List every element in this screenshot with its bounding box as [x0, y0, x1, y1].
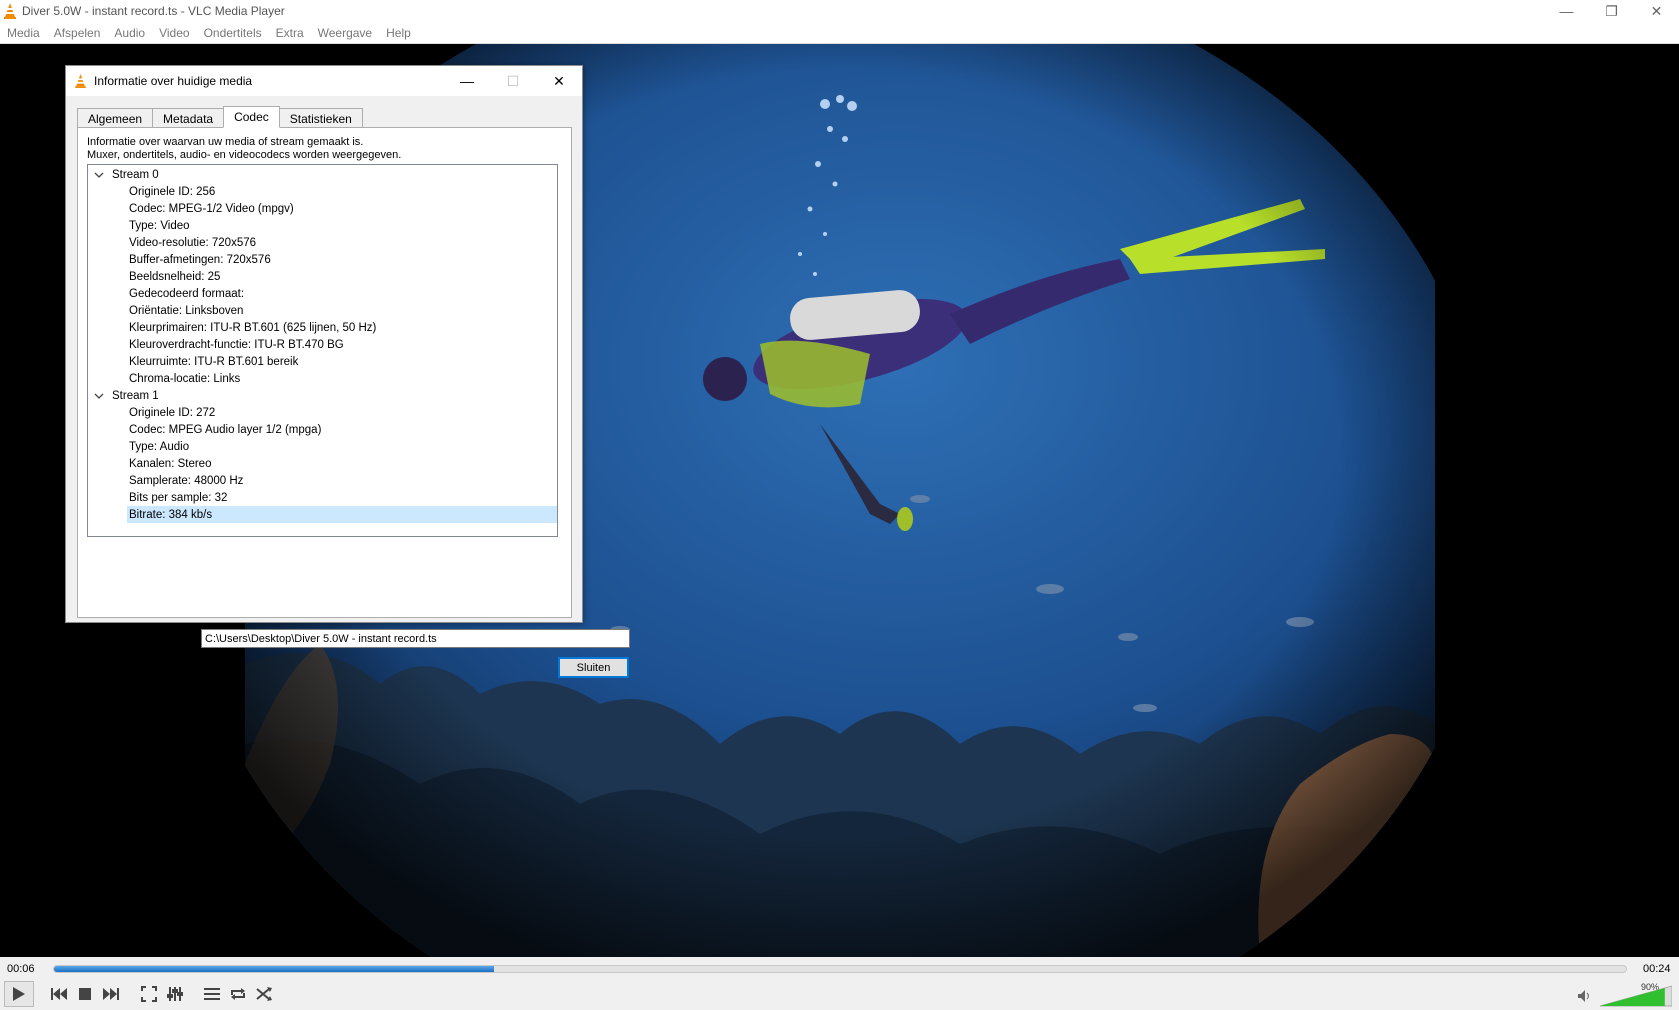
codec-item[interactable]: Kanalen: Stereo — [127, 455, 211, 472]
playlist-icon — [204, 988, 220, 1000]
codec-item[interactable]: Gedecodeerd formaat: — [127, 285, 244, 302]
stop-icon — [79, 988, 91, 1000]
next-icon — [103, 988, 119, 1000]
stream-node[interactable]: Stream 0 — [94, 166, 159, 183]
minimize-button[interactable]: — — [1544, 0, 1589, 22]
sliders-icon — [167, 987, 183, 1001]
codec-item[interactable]: Video-resolutie: 720x576 — [127, 234, 256, 251]
dialog-title-bar: Informatie over huidige media — ☐ ✕ — [66, 66, 582, 96]
codec-panel: Informatie over waarvan uw media of stre… — [77, 127, 572, 618]
play-icon — [13, 987, 25, 1001]
codec-item[interactable]: Beeldsnelheid: 25 — [127, 268, 220, 285]
codec-item[interactable]: Bitrate: 384 kb/s — [127, 506, 557, 523]
location-label: Locatie: — [75, 634, 114, 646]
restore-button[interactable]: ❐ — [1589, 0, 1634, 22]
codec-item[interactable]: Codec: MPEG Audio layer 1/2 (mpga) — [127, 421, 321, 438]
menu-weergave[interactable]: Weergave — [311, 26, 379, 40]
menu-extra[interactable]: Extra — [269, 26, 311, 40]
location-field[interactable] — [201, 629, 630, 648]
menu-afspelen[interactable]: Afspelen — [47, 26, 108, 40]
dialog-maximize-button: ☐ — [506, 72, 520, 89]
volume-slider[interactable] — [1600, 985, 1672, 1007]
dialog-tabs: Algemeen Metadata Codec Statistieken — [77, 106, 363, 128]
close-window-button[interactable]: ✕ — [1634, 0, 1679, 22]
speaker-icon[interactable] — [1578, 990, 1592, 1002]
dialog-minimize-button[interactable]: — — [444, 66, 490, 96]
tab-codec[interactable]: Codec — [223, 106, 280, 128]
window-title: Diver 5.0W - instant record.ts - VLC Med… — [22, 4, 285, 18]
chevron-down-icon — [94, 172, 104, 178]
stop-button[interactable] — [73, 981, 97, 1007]
shuffle-button[interactable] — [252, 981, 276, 1007]
total-time: 00:24 — [1643, 963, 1671, 975]
codec-item[interactable]: Kleuroverdracht-functie: ITU-R BT.470 BG — [127, 336, 344, 353]
tab-statistieken[interactable]: Statistieken — [278, 108, 363, 128]
vlc-cone-icon — [75, 74, 86, 88]
previous-icon — [51, 988, 67, 1000]
tab-algemeen[interactable]: Algemeen — [77, 108, 154, 128]
menu-audio[interactable]: Audio — [107, 26, 152, 40]
codec-item[interactable]: Type: Video — [127, 217, 190, 234]
fullscreen-button[interactable] — [137, 981, 161, 1007]
playlist-button[interactable] — [200, 981, 224, 1007]
seek-progress — [54, 966, 495, 972]
loop-icon — [231, 988, 245, 1000]
playback-controls: 00:06 00:24 90% — [0, 957, 1679, 1010]
menu-ondertitels[interactable]: Ondertitels — [197, 26, 269, 40]
codec-item[interactable]: Kleurprimairen: ITU-R BT.601 (625 lijnen… — [127, 319, 376, 336]
menu-help[interactable]: Help — [379, 26, 418, 40]
vlc-cone-icon — [4, 3, 16, 19]
menu-video[interactable]: Video — [152, 26, 196, 40]
codec-item[interactable]: Originele ID: 272 — [127, 404, 215, 421]
codec-item[interactable]: Originele ID: 256 — [127, 183, 215, 200]
stream-label: Stream 1 — [112, 389, 159, 402]
dialog-close-button[interactable]: ✕ — [536, 66, 582, 96]
codec-description: Informatie over waarvan uw media of stre… — [87, 136, 402, 161]
stream-node[interactable]: Stream 1 — [94, 387, 159, 404]
codec-item[interactable]: Bits per sample: 32 — [127, 489, 227, 506]
previous-button[interactable] — [47, 981, 71, 1007]
shuffle-icon — [256, 987, 272, 1001]
codec-item[interactable]: Samplerate: 48000 Hz — [127, 472, 243, 489]
codec-item[interactable]: Codec: MPEG-1/2 Video (mpgv) — [127, 200, 294, 217]
stream-label: Stream 0 — [112, 168, 159, 181]
codec-item[interactable]: Chroma-locatie: Links — [127, 370, 240, 387]
fullscreen-icon — [141, 986, 157, 1002]
menu-media[interactable]: Media — [0, 26, 47, 40]
tab-metadata[interactable]: Metadata — [152, 108, 225, 128]
elapsed-time: 00:06 — [7, 963, 35, 975]
dialog-title: Informatie over huidige media — [94, 74, 253, 88]
codec-item[interactable]: Buffer-afmetingen: 720x576 — [127, 251, 271, 268]
media-info-dialog: Informatie over huidige media — ☐ ✕ Alge… — [65, 65, 630, 678]
chevron-down-icon — [94, 393, 104, 399]
seek-bar[interactable] — [53, 965, 1627, 973]
codec-item[interactable]: Type: Audio — [127, 438, 189, 455]
codec-tree[interactable]: Stream 0 Originele ID: 256 Codec: MPEG-1/2… — [87, 164, 558, 537]
close-dialog-button[interactable]: Sluiten — [558, 657, 629, 678]
extended-settings-button[interactable] — [163, 981, 187, 1007]
codec-item[interactable]: Kleurruimte: ITU-R BT.601 bereik — [127, 353, 298, 370]
loop-button[interactable] — [226, 981, 250, 1007]
next-button[interactable] — [99, 981, 123, 1007]
menu-bar: Media Afspelen Audio Video Ondertitels E… — [0, 22, 1679, 44]
window-title-bar: Diver 5.0W - instant record.ts - VLC Med… — [0, 0, 1679, 22]
codec-item[interactable]: Oriëntatie: Linksboven — [127, 302, 243, 319]
play-button[interactable] — [4, 981, 34, 1007]
